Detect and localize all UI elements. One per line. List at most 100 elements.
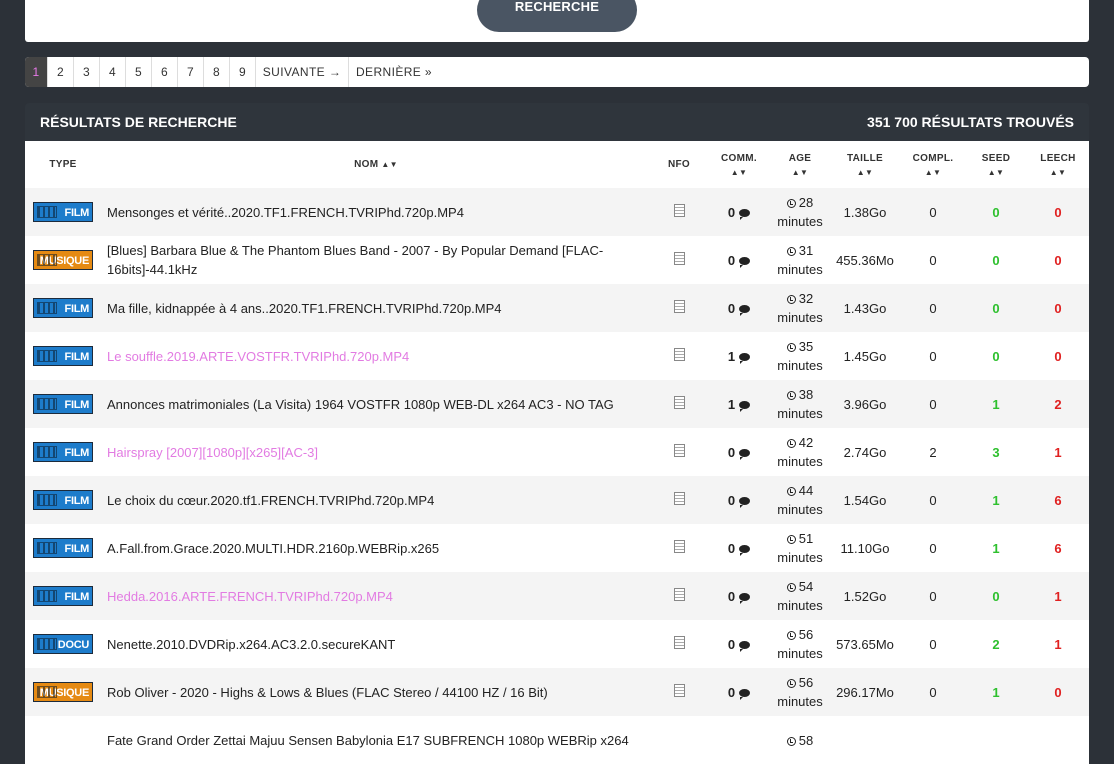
seed-cell: 0 bbox=[965, 236, 1027, 284]
nfo-file-icon[interactable] bbox=[673, 588, 685, 601]
seed-cell: 0 bbox=[965, 572, 1027, 620]
torrent-name-link[interactable]: Fate Grand Order Zettai Majuu Sensen Bab… bbox=[101, 716, 651, 764]
nfo-file-icon[interactable] bbox=[673, 540, 685, 553]
table-row[interactable]: FILM Annonces matrimoniales (La Visita) 1… bbox=[25, 380, 1089, 428]
nfo-file-icon[interactable] bbox=[673, 444, 685, 457]
clock-icon bbox=[786, 487, 796, 496]
sort-icon[interactable]: ▲▼ bbox=[966, 168, 1026, 177]
torrent-name-link[interactable]: Hairspray [2007][1080p][x265][AC-3] bbox=[101, 428, 651, 476]
col-comm[interactable]: COMM. ▲▼ bbox=[707, 141, 771, 188]
search-button[interactable]: RECHERCHE bbox=[477, 0, 637, 32]
table-row[interactable]: FILM Mensonges et vérité..2020.TF1.FRENCH… bbox=[25, 188, 1089, 236]
page-link-7[interactable]: 7 bbox=[178, 57, 204, 87]
nfo-file-icon[interactable] bbox=[673, 636, 685, 649]
age-value: 51 bbox=[798, 531, 814, 546]
age-unit: minutes bbox=[777, 502, 823, 517]
comment-cell: 0 bbox=[707, 668, 771, 716]
comment-icon bbox=[739, 593, 751, 605]
film-strip-icon bbox=[37, 302, 57, 314]
category-badge[interactable]: FILM bbox=[33, 442, 93, 462]
comment-count: 0 bbox=[727, 204, 736, 220]
table-row[interactable]: MUSIQUE Rob Oliver - 2020 - Highs & Lows … bbox=[25, 668, 1089, 716]
nfo-file-icon[interactable] bbox=[673, 204, 685, 217]
age-unit: minutes bbox=[777, 454, 823, 469]
completed-cell: 0 bbox=[901, 332, 965, 380]
table-row[interactable]: FILM Le souffle.2019.ARTE.VOSTFR.TVRIPhd.… bbox=[25, 332, 1089, 380]
search-panel: RECHERCHE bbox=[25, 0, 1089, 42]
category-badge[interactable]: FILM bbox=[33, 394, 93, 414]
category-badge[interactable]: FILM bbox=[33, 586, 93, 606]
table-row[interactable]: FILM A.Fall.from.Grace.2020.MULTI.HDR.216… bbox=[25, 524, 1089, 572]
nfo-file-icon[interactable] bbox=[673, 396, 685, 409]
sort-icon[interactable]: ▲▼ bbox=[381, 160, 397, 169]
leech-cell: 1 bbox=[1027, 428, 1089, 476]
results-table-container: TYPE NOM ▲▼ NFO COMM. ▲▼ AGE ▲▼ TAILLE ▲▼ CO… bbox=[25, 141, 1089, 764]
category-badge[interactable]: FILM bbox=[33, 538, 93, 558]
torrent-name-link[interactable]: Ma fille, kidnappée à 4 ans..2020.TF1.FR… bbox=[101, 284, 651, 332]
torrent-name-link[interactable]: Mensonges et vérité..2020.TF1.FRENCH.TVR… bbox=[101, 188, 651, 236]
page-link-5[interactable]: 5 bbox=[126, 57, 152, 87]
last-page-link[interactable]: DERNIÈRE » bbox=[349, 57, 439, 87]
page-link-4[interactable]: 4 bbox=[100, 57, 126, 87]
sort-icon[interactable]: ▲▼ bbox=[772, 168, 828, 177]
nfo-file-icon[interactable] bbox=[673, 492, 685, 505]
size-cell: 1.38Go bbox=[829, 188, 901, 236]
col-age[interactable]: AGE ▲▼ bbox=[771, 141, 829, 188]
table-row[interactable]: FILM Ma fille, kidnappée à 4 ans..2020.TF… bbox=[25, 284, 1089, 332]
torrent-name-link[interactable]: [Blues] Barbara Blue & The Phantom Blues… bbox=[101, 236, 651, 284]
table-row[interactable]: FILM Hairspray [2007][1080p][x265][AC-3] 0… bbox=[25, 428, 1089, 476]
col-size[interactable]: TAILLE ▲▼ bbox=[829, 141, 901, 188]
sort-icon[interactable]: ▲▼ bbox=[902, 168, 964, 177]
nfo-file-icon[interactable] bbox=[673, 348, 685, 361]
table-row[interactable]: FILM Hedda.2016.ARTE.FRENCH.TVRIPhd.720p.… bbox=[25, 572, 1089, 620]
table-row[interactable]: DOCU Nenette.2010.DVDRip.x264.AC3.2.0.sec… bbox=[25, 620, 1089, 668]
next-page-link[interactable]: SUIVANTE → bbox=[256, 57, 349, 87]
category-badge[interactable]: MUSIQUE bbox=[33, 682, 93, 702]
age-value: 38 bbox=[798, 387, 814, 402]
clock-icon bbox=[786, 295, 796, 304]
page-link-9[interactable]: 9 bbox=[230, 57, 256, 87]
table-row[interactable]: MUSIQUE [Blues] Barbara Blue & The Phanto… bbox=[25, 236, 1089, 284]
torrent-name-link[interactable]: Annonces matrimoniales (La Visita) 1964 … bbox=[101, 380, 651, 428]
torrent-name-link[interactable]: Hedda.2016.ARTE.FRENCH.TVRIPhd.720p.MP4 bbox=[101, 572, 651, 620]
torrent-name-link[interactable]: Rob Oliver - 2020 - Highs & Lows & Blues… bbox=[101, 668, 651, 716]
page-link-8[interactable]: 8 bbox=[204, 57, 230, 87]
clock-icon bbox=[786, 736, 796, 746]
clock-icon bbox=[786, 247, 796, 256]
nfo-file-icon[interactable] bbox=[673, 300, 685, 313]
category-badge[interactable]: FILM bbox=[33, 202, 93, 222]
sort-icon[interactable]: ▲▼ bbox=[830, 168, 900, 177]
page-link-2[interactable]: 2 bbox=[48, 57, 74, 87]
category-badge[interactable]: FILM bbox=[33, 298, 93, 318]
age-value: 44 bbox=[798, 483, 814, 498]
torrent-name-link[interactable]: Nenette.2010.DVDRip.x264.AC3.2.0.secureK… bbox=[101, 620, 651, 668]
category-badge[interactable]: DOCU bbox=[33, 634, 93, 654]
col-leech[interactable]: LEECH ▲▼ bbox=[1027, 141, 1089, 188]
col-compl[interactable]: COMPL. ▲▼ bbox=[901, 141, 965, 188]
category-badge[interactable]: FILM bbox=[33, 490, 93, 510]
page-link-3[interactable]: 3 bbox=[74, 57, 100, 87]
nfo-file-icon[interactable] bbox=[673, 684, 685, 697]
table-row[interactable]: FILM Le choix du cœur.2020.tf1.FRENCH.TVR… bbox=[25, 476, 1089, 524]
category-badge[interactable]: FILM bbox=[33, 346, 93, 366]
table-row[interactable]: Fate Grand Order Zettai Majuu Sensen Bab… bbox=[25, 716, 1089, 764]
age-cell: 31 minutes bbox=[771, 236, 829, 284]
page-link-6[interactable]: 6 bbox=[152, 57, 178, 87]
page-link-1[interactable]: 1 bbox=[25, 57, 48, 87]
col-type: TYPE bbox=[49, 159, 77, 170]
age-unit: minutes bbox=[777, 550, 823, 565]
seed-cell: 3 bbox=[965, 428, 1027, 476]
col-name[interactable]: NOM ▲▼ bbox=[101, 141, 651, 188]
leech-cell: 2 bbox=[1027, 380, 1089, 428]
nfo-file-icon[interactable] bbox=[673, 252, 685, 265]
age-cell: 28 minutes bbox=[771, 188, 829, 236]
sort-icon[interactable]: ▲▼ bbox=[1028, 168, 1088, 177]
comment-cell: 1 bbox=[707, 380, 771, 428]
comment-count: 0 bbox=[727, 684, 736, 700]
sort-icon[interactable]: ▲▼ bbox=[708, 168, 770, 177]
torrent-name-link[interactable]: Le souffle.2019.ARTE.VOSTFR.TVRIPhd.720p… bbox=[101, 332, 651, 380]
col-seed[interactable]: SEED ▲▼ bbox=[965, 141, 1027, 188]
torrent-name-link[interactable]: A.Fall.from.Grace.2020.MULTI.HDR.2160p.W… bbox=[101, 524, 651, 572]
category-badge[interactable]: MUSIQUE bbox=[33, 250, 93, 270]
torrent-name-link[interactable]: Le choix du cœur.2020.tf1.FRENCH.TVRIPhd… bbox=[101, 476, 651, 524]
